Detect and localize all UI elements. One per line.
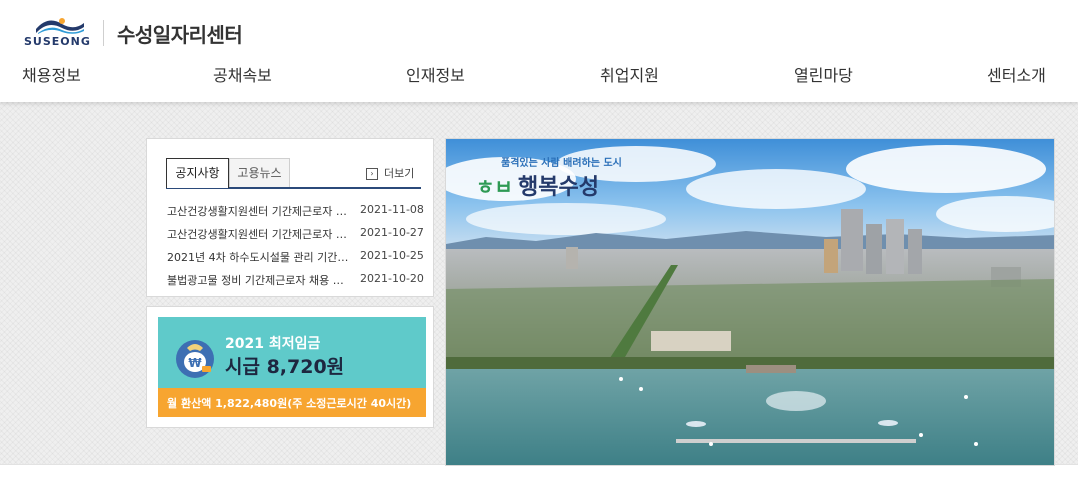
notice-title[interactable]: 2021년 4차 하수도시설물 관리 기간제근로자 채용 xyxy=(167,249,350,265)
logo-divider xyxy=(103,20,104,46)
suseong-logo[interactable]: SUSEONG xyxy=(24,17,96,49)
logo-wave-icon xyxy=(36,18,84,34)
nav-item-public-recruit[interactable]: 공채속보 xyxy=(213,62,272,86)
nav-item-open-forum[interactable]: 열린마당 xyxy=(794,62,853,86)
hero-slogan-small: 품격있는 사람 배려하는 도시 xyxy=(501,156,622,169)
list-item[interactable]: 고산건강생활지원센터 기간제근로자 채용 공고 2021-10-27 xyxy=(167,224,424,247)
notice-date: 2021-10-27 xyxy=(360,226,424,239)
wage-year-label: 2021 최저임금 xyxy=(225,336,321,352)
hero-slogan-logo: ㅎㅂ xyxy=(476,175,513,199)
wage-monthly-note: 월 환산액 1,822,480원(주 소정근로시간 40시간) xyxy=(167,397,412,410)
svg-text:₩: ₩ xyxy=(188,356,202,370)
site-header: SUSEONG 수성일자리센터 채용정보 공채속보 인재정보 취업지원 열린마당… xyxy=(0,0,1078,102)
city-panorama-image: 품격있는 사람 배려하는 도시 ㅎㅂ 행복수성 xyxy=(446,139,1054,465)
nav-item-employment-support[interactable]: 취업지원 xyxy=(600,62,659,86)
wage-monthly-bar: 월 환산액 1,822,480원(주 소정근로시간 40시간) xyxy=(158,388,426,417)
tab-notices[interactable]: 공지사항 xyxy=(166,158,229,188)
money-bag-icon: ₩ xyxy=(176,340,214,378)
notice-title[interactable]: 고산건강생활지원센터 기간제근로자 채용 공고 xyxy=(167,226,350,242)
list-item[interactable]: 고산건강생활지원센터 기간제근로자 채용 공고 2021-11-08 xyxy=(167,201,424,224)
nav-item-job-info[interactable]: 채용정보 xyxy=(22,62,81,86)
footer-strip xyxy=(0,464,1078,496)
nav-item-talent-info[interactable]: 인재정보 xyxy=(406,62,465,86)
min-wage-panel: ₩ 2021 최저임금 시급 8,720원 월 환산액 1,822,480원(주… xyxy=(146,306,434,428)
chevron-right-icon: › xyxy=(366,168,378,180)
more-label: 더보기 xyxy=(384,167,415,180)
notice-date: 2021-11-08 xyxy=(360,203,424,216)
nav-item-center-intro[interactable]: 센터소개 xyxy=(987,62,1046,86)
notice-date: 2021-10-20 xyxy=(360,272,424,285)
notice-title[interactable]: 고산건강생활지원센터 기간제근로자 채용 공고 xyxy=(167,203,350,219)
notice-board: 공지사항 고용뉴스 › 더보기 고산건강생활지원센터 기간제근로자 채용 공고 2… xyxy=(146,138,434,297)
min-wage-banner[interactable]: ₩ 2021 최저임금 시급 8,720원 월 환산액 1,822,480원(주… xyxy=(158,317,426,417)
list-item[interactable]: 불법광고물 정비 기간제근로자 채용 공고 2021-10-20 xyxy=(167,270,424,293)
notice-title[interactable]: 불법광고물 정비 기간제근로자 채용 공고 xyxy=(167,272,350,288)
main-nav: 채용정보 공채속보 인재정보 취업지원 열린마당 센터소개 xyxy=(0,62,1078,86)
list-item[interactable]: 2021년 4차 하수도시설물 관리 기간제근로자 채용 2021-10-25 xyxy=(167,247,424,270)
wage-hourly-amount: 시급 8,720원 xyxy=(225,356,345,378)
hero-city-image[interactable]: 품격있는 사람 배려하는 도시 ㅎㅂ 행복수성 xyxy=(445,138,1055,466)
more-button[interactable]: › 더보기 xyxy=(366,165,414,181)
hero-slogan-big: 행복수성 xyxy=(518,175,599,200)
tab-employment-news[interactable]: 고용뉴스 xyxy=(229,158,290,188)
site-title[interactable]: 수성일자리센터 xyxy=(117,19,243,48)
logo-text: SUSEONG xyxy=(24,35,91,48)
notice-list: 고산건강생활지원센터 기간제근로자 채용 공고 2021-11-08 고산건강생… xyxy=(167,201,424,293)
notice-date: 2021-10-25 xyxy=(360,249,424,262)
